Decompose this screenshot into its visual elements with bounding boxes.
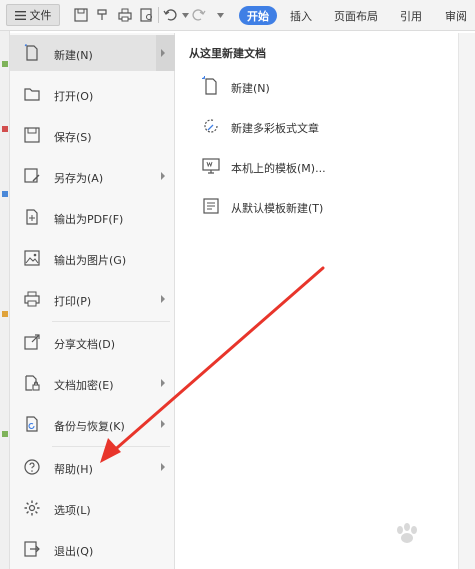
submenu-item-label: 新建(N)	[231, 82, 270, 95]
submenu-item-label: 新建多彩板式文章	[231, 122, 319, 135]
chevron-right-icon	[161, 463, 165, 471]
menu-item-label: 帮助(H)	[54, 463, 93, 476]
menu-divider	[52, 446, 170, 447]
save-icon[interactable]	[72, 6, 90, 24]
strip-mark	[2, 61, 8, 67]
tab-review[interactable]: 审阅	[445, 7, 467, 25]
hamburger-icon	[14, 10, 26, 20]
document-edge-strip	[0, 31, 10, 569]
exit-icon	[24, 541, 40, 557]
chevron-right-icon	[161, 379, 165, 387]
strip-mark	[2, 311, 8, 317]
menu-item-exit[interactable]: 退出(Q)	[10, 531, 175, 567]
folder-icon	[24, 88, 40, 101]
menu-item-open[interactable]: 打开(O)	[10, 76, 175, 112]
tab-insert[interactable]: 插入	[290, 7, 312, 25]
backup-icon	[26, 416, 38, 432]
menu-item-share[interactable]: 分享文档(D)	[10, 324, 175, 360]
menu-item-label: 退出(Q)	[54, 545, 94, 558]
blank-doc-icon	[202, 76, 217, 95]
menu-item-label: 打开(O)	[54, 90, 94, 103]
menu-item-export-image[interactable]: 输出为图片(G)	[10, 240, 175, 276]
submenu-item-label: 从默认模板新建(T)	[231, 202, 324, 215]
colorful-article-icon	[204, 119, 218, 133]
menu-item-label: 新建(N)	[54, 49, 93, 62]
chevron-right-icon	[161, 420, 165, 428]
print-icon[interactable]	[116, 6, 134, 24]
submenu-title: 从这里新建文档	[189, 47, 266, 60]
menu-item-label: 另存为(A)	[54, 172, 104, 185]
strip-mark	[2, 191, 8, 197]
menu-item-print[interactable]: 打印(P)	[10, 281, 175, 317]
pdf-icon	[26, 209, 38, 225]
menu-item-save-as[interactable]: 另存为(A)	[10, 158, 175, 194]
menu-item-label: 分享文档(D)	[54, 338, 116, 351]
right-side-bar	[458, 33, 475, 569]
strip-mark	[2, 431, 8, 437]
submenu-item-colorful-article[interactable]: 新建多彩板式文章	[176, 111, 458, 141]
menu-item-label: 输出为PDF(F)	[54, 213, 124, 226]
tab-start[interactable]: 开始	[239, 6, 277, 25]
menu-item-encrypt[interactable]: 文档加密(E)	[10, 365, 175, 401]
submenu-item-new-blank[interactable]: 新建(N)	[176, 71, 458, 101]
menu-item-label: 打印(P)	[54, 295, 92, 308]
menu-item-label: 保存(S)	[54, 131, 92, 144]
menu-item-options[interactable]: 选项(L)	[10, 490, 175, 526]
strip-mark	[2, 126, 8, 132]
chevron-right-icon	[161, 49, 165, 57]
menu-item-export-pdf[interactable]: 输出为PDF(F)	[10, 199, 175, 235]
new-document-submenu: 从这里新建文档 新建(N) 新建多彩板式文章 本机上的模板(M)... 从默认模…	[176, 33, 458, 569]
chevron-right-icon	[161, 172, 165, 180]
submenu-item-local-template[interactable]: 本机上的模板(M)...	[176, 151, 458, 181]
top-toolbar: 文件 开始 插入 页面布局 引用 审阅	[0, 0, 475, 31]
print-preview-icon[interactable]	[138, 6, 156, 24]
image-icon	[24, 250, 40, 266]
tab-page-layout[interactable]: 页面布局	[334, 7, 378, 25]
file-menu: 新建(N) 打开(O) 保存(S) 另存为(A) 输出为PDF(F) 输出为图片…	[10, 33, 175, 569]
save-icon	[24, 127, 40, 143]
new-doc-icon	[24, 44, 38, 61]
submenu-arrow-area[interactable]	[156, 35, 175, 71]
tab-references[interactable]: 引用	[400, 7, 422, 25]
print-icon	[24, 291, 40, 307]
menu-item-label: 备份与恢复(K)	[54, 420, 125, 433]
menu-item-label: 文档加密(E)	[54, 379, 114, 392]
menu-item-save[interactable]: 保存(S)	[10, 117, 175, 153]
menu-item-help[interactable]: 帮助(H)	[10, 449, 175, 485]
menu-item-new[interactable]: 新建(N)	[10, 35, 175, 71]
customize-dropdown-icon[interactable]	[211, 6, 229, 24]
file-menu-label: 文件	[29, 9, 52, 22]
submenu-item-default-template[interactable]: 从默认模板新建(T)	[176, 191, 458, 221]
menu-item-label: 选项(L)	[54, 504, 91, 517]
gear-icon	[24, 500, 40, 516]
file-menu-button[interactable]: 文件	[6, 4, 60, 26]
default-template-icon	[203, 198, 219, 214]
menu-divider	[52, 321, 170, 322]
help-icon	[24, 459, 40, 475]
chevron-right-icon	[161, 295, 165, 303]
watermark-logo	[397, 523, 417, 543]
local-template-icon	[202, 158, 220, 174]
encrypt-icon	[25, 375, 40, 391]
redo-icon[interactable]	[190, 6, 208, 24]
menu-item-backup[interactable]: 备份与恢复(K)	[10, 406, 175, 442]
share-icon	[24, 334, 40, 350]
save-as-icon	[24, 168, 40, 183]
menu-item-label: 输出为图片(G)	[54, 254, 127, 267]
submenu-item-label: 本机上的模板(M)...	[231, 162, 326, 175]
format-painter-icon[interactable]	[94, 6, 112, 24]
